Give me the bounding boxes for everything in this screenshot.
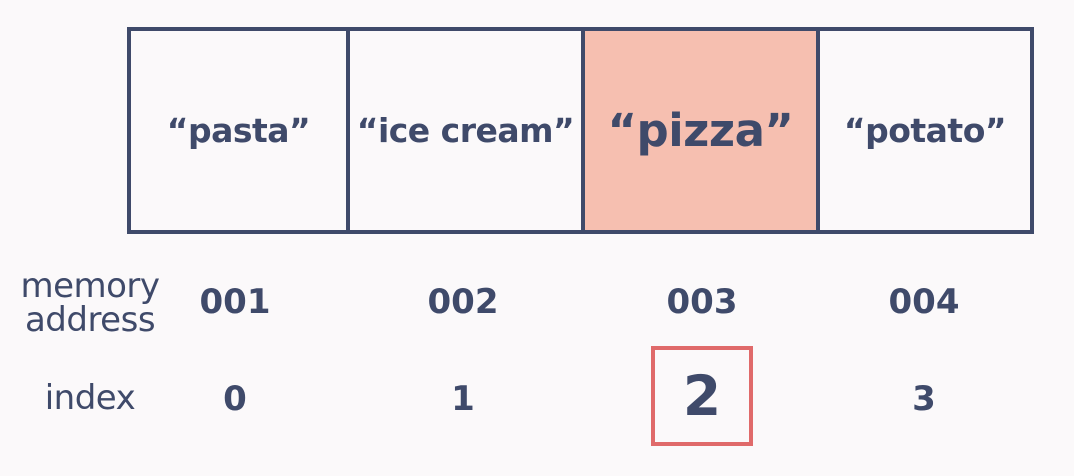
- memory-address-2: 003: [666, 282, 738, 322]
- array-cell-2-highlighted: “pizza”: [581, 31, 816, 230]
- memory-address-0: 001: [199, 282, 271, 322]
- array-cell-3: “potato”: [816, 31, 1030, 230]
- array-cell-value: “pizza”: [607, 104, 794, 157]
- array-cell-value: “pasta”: [166, 111, 311, 150]
- index-label: index: [44, 378, 136, 418]
- index-value-1: 1: [451, 379, 475, 419]
- array-cell-1: “ice cream”: [346, 31, 581, 230]
- memory-address-3: 004: [888, 282, 960, 322]
- index-value-3: 3: [912, 379, 936, 419]
- index-value-2: 2: [682, 364, 722, 428]
- array-cell-value: “potato”: [843, 111, 1007, 150]
- array-cell-0: “pasta”: [131, 31, 346, 230]
- index-value-0: 0: [223, 379, 247, 419]
- index-value-2-highlight-box: 2: [651, 346, 753, 446]
- array-cell-value: “ice cream”: [356, 111, 575, 150]
- memory-address-1: 002: [427, 282, 499, 322]
- memory-address-label: memory address: [20, 266, 160, 340]
- array-block: “pasta” “ice cream” “pizza” “potato”: [127, 27, 1034, 234]
